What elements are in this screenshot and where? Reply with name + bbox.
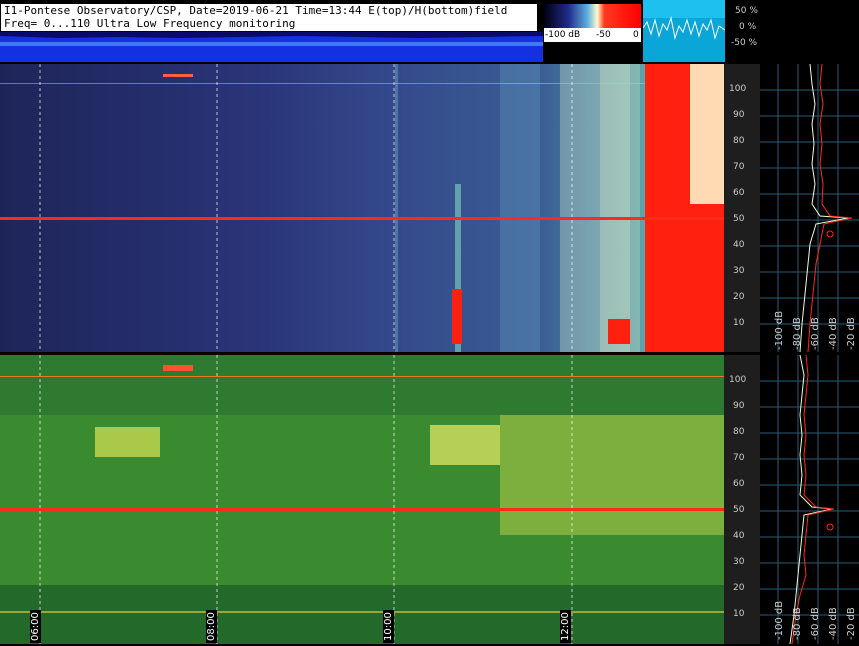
- amplitude-label-minus50: -50 %: [731, 38, 758, 48]
- title-line-1: I1-Pontese Observatory/CSP, Date=2019-06…: [4, 4, 508, 17]
- h-freq-tick-90: 90: [733, 401, 745, 411]
- colorbar-mid-label: -50: [596, 30, 611, 40]
- colorbar-min-label: -100 dB: [545, 30, 581, 40]
- h-freq-tick-70: 70: [733, 453, 745, 463]
- e-freq-tick-60: 60: [733, 188, 745, 198]
- e-db-label-3: -40 dB: [828, 317, 839, 350]
- h-field-spectrogram: [0, 355, 724, 644]
- h-freq-tick-40: 40: [733, 531, 745, 541]
- e-freq-tick-50: 50: [733, 214, 745, 224]
- title-line-2: Freq= 0...110 Ultra Low Frequency monito…: [4, 17, 296, 30]
- h-freq-tick-10: 10: [733, 609, 745, 619]
- e-freq-tick-40: 40: [733, 240, 745, 250]
- time-label-2: 10:00: [383, 610, 394, 643]
- h-db-label-1: -80 dB: [792, 607, 803, 640]
- e-freq-axis: [724, 64, 760, 352]
- amplitude-label-0: 0 %: [739, 22, 757, 32]
- time-label-1: 08:00: [206, 610, 217, 643]
- h-freq-tick-20: 20: [733, 583, 745, 593]
- h-freq-axis: [724, 355, 760, 644]
- e-db-label-4: -20 dB: [846, 317, 857, 350]
- e-freq-tick-30: 30: [733, 266, 745, 276]
- h-freq-tick-50: 50: [733, 505, 745, 515]
- colorbar: -100 dB -50 0: [543, 3, 642, 43]
- colorbar-max-label: 0: [633, 30, 639, 40]
- e-freq-tick-20: 20: [733, 292, 745, 302]
- e-freq-tick-90: 90: [733, 110, 745, 120]
- e-freq-tick-100: 100: [729, 84, 747, 94]
- e-freq-tick-80: 80: [733, 136, 745, 146]
- h-freq-tick-30: 30: [733, 557, 745, 567]
- e-freq-tick-70: 70: [733, 162, 745, 172]
- e-field-spectrogram: [0, 64, 724, 352]
- e-freq-tick-10: 10: [733, 318, 745, 328]
- h-freq-tick-100: 100: [729, 375, 747, 385]
- amplitude-trace-strip: [0, 32, 543, 62]
- time-label-3: 12:00: [560, 610, 571, 643]
- e-spectrum-profile: [760, 64, 859, 352]
- amplitude-label-50: 50 %: [735, 6, 758, 16]
- h-db-label-3: -40 dB: [828, 607, 839, 640]
- time-label-0: 06:00: [30, 610, 41, 643]
- h-freq-tick-80: 80: [733, 427, 745, 437]
- h-db-label-0: -100 dB: [774, 600, 785, 640]
- e-db-label-1: -80 dB: [792, 317, 803, 350]
- title-box: I1-Pontese Observatory/CSP, Date=2019-06…: [0, 3, 538, 32]
- e-db-label-0: -100 dB: [774, 310, 785, 350]
- h-db-label-2: -60 dB: [810, 607, 821, 640]
- e-db-label-2: -60 dB: [810, 317, 821, 350]
- h-db-label-4: -20 dB: [846, 607, 857, 640]
- waveform-panel: [643, 0, 725, 62]
- h-freq-tick-60: 60: [733, 479, 745, 489]
